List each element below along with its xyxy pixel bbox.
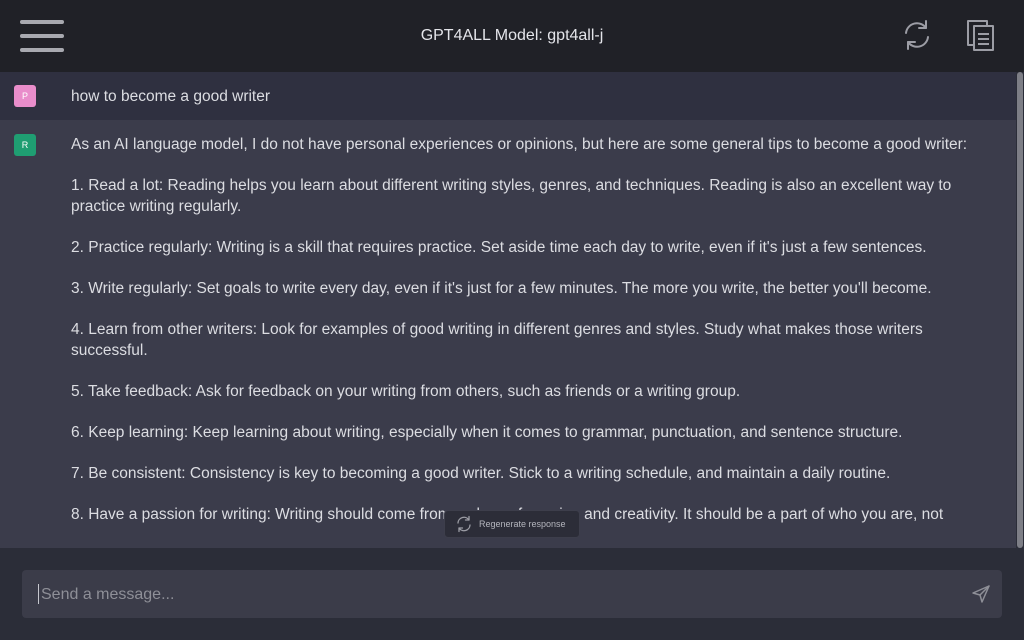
bot-avatar: R bbox=[14, 134, 36, 156]
header-bar: GPT4ALL Model: gpt4all-j bbox=[0, 0, 1024, 72]
response-paragraph: 3. Write regularly: Set goals to write e… bbox=[71, 280, 932, 297]
response-paragraph: 4. Learn from other writers: Look for ex… bbox=[71, 321, 923, 359]
hamburger-menu-icon[interactable] bbox=[20, 20, 64, 52]
message-input-box bbox=[22, 570, 1002, 620]
message-input[interactable] bbox=[39, 570, 963, 620]
response-paragraph: 2. Practice regularly: Writing is a skil… bbox=[71, 239, 927, 256]
regenerate-label: Regenerate response bbox=[479, 519, 566, 529]
prompt-text: how to become a good writer bbox=[71, 87, 271, 105]
menu-line bbox=[20, 34, 64, 38]
response-message: R As an AI language model, I do not have… bbox=[0, 120, 1016, 548]
response-text: As an AI language model, I do not have p… bbox=[71, 134, 994, 545]
copy-icon[interactable] bbox=[964, 18, 998, 52]
response-paragraph: 6. Keep learning: Keep learning about wr… bbox=[71, 424, 903, 441]
prompt-message: P how to become a good writer bbox=[0, 72, 1016, 120]
composer-area bbox=[0, 548, 1024, 640]
user-avatar: P bbox=[14, 85, 36, 107]
chat-scrollbar[interactable] bbox=[1016, 72, 1024, 548]
response-paragraph: 1. Read a lot: Reading helps you learn a… bbox=[71, 177, 952, 215]
response-paragraph: As an AI language model, I do not have p… bbox=[71, 136, 968, 153]
menu-line bbox=[20, 20, 64, 24]
response-paragraph: 5. Take feedback: Ask for feedback on yo… bbox=[71, 383, 741, 400]
chat-area: P how to become a good writer R As an AI… bbox=[0, 72, 1016, 548]
send-icon[interactable] bbox=[970, 583, 992, 605]
menu-line bbox=[20, 48, 64, 52]
regenerate-icon bbox=[457, 515, 471, 533]
response-paragraph: 7. Be consistent: Consistency is key to … bbox=[71, 465, 891, 482]
model-title: GPT4ALL Model: gpt4all-j bbox=[420, 27, 604, 44]
scrollbar-thumb[interactable] bbox=[1017, 72, 1023, 548]
regenerate-response-button[interactable]: Regenerate response bbox=[444, 510, 580, 538]
refresh-icon[interactable] bbox=[900, 18, 934, 52]
